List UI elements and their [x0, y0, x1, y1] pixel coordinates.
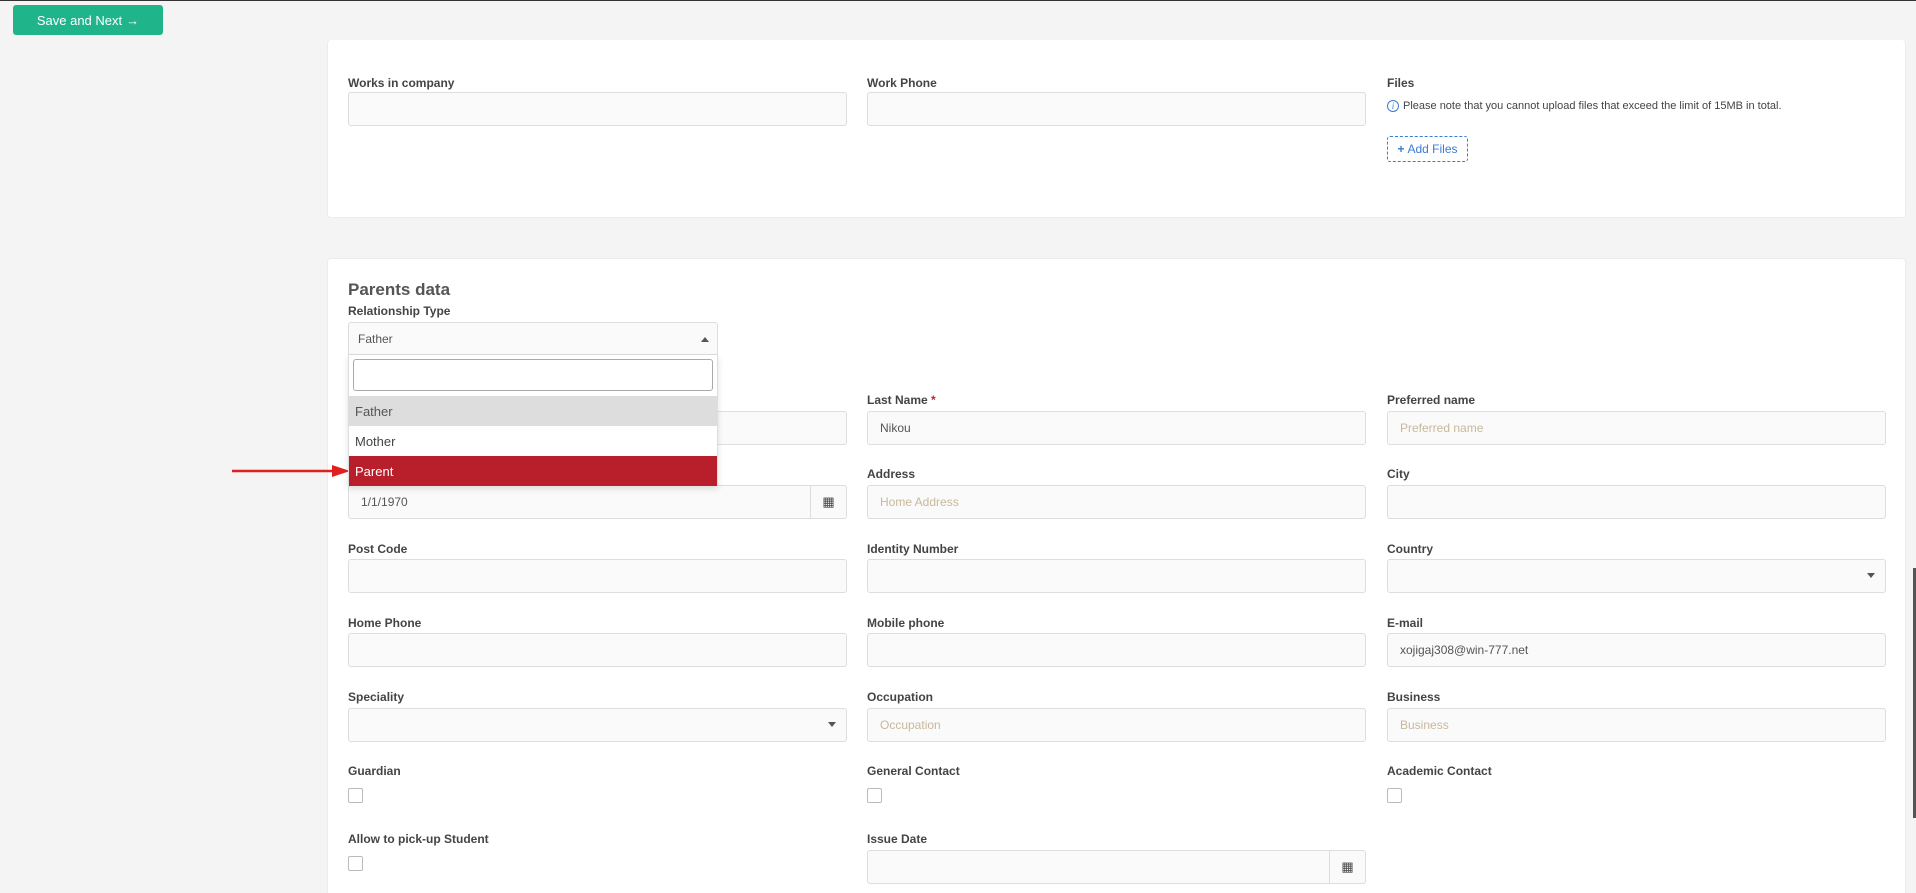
- calendar-icon[interactable]: ▦: [1329, 851, 1365, 883]
- option-parent[interactable]: Parent: [349, 456, 717, 486]
- relationship-type-label: Relationship Type: [348, 304, 451, 318]
- mobile-phone-label: Mobile phone: [867, 616, 945, 630]
- post-code-label: Post Code: [348, 542, 408, 556]
- files-note: i Please note that you cannot upload fil…: [1387, 100, 1782, 112]
- business-input[interactable]: Business: [1387, 708, 1886, 742]
- files-label: Files: [1387, 76, 1415, 90]
- business-label: Business: [1387, 690, 1441, 704]
- issue-date-label: Issue Date: [867, 832, 928, 846]
- add-files-button[interactable]: + Add Files: [1387, 136, 1468, 162]
- save-and-next-button[interactable]: Save and Next →: [13, 5, 163, 35]
- post-code-input[interactable]: [348, 559, 847, 593]
- save-and-next-label: Save and Next: [36, 12, 123, 28]
- works-in-company-label: Works in company: [348, 76, 455, 90]
- address-label: Address: [867, 467, 916, 481]
- address-input[interactable]: Home Address: [867, 485, 1366, 519]
- city-input[interactable]: [1387, 485, 1886, 519]
- works-in-company-input[interactable]: [348, 92, 847, 126]
- occupation-label: Occupation: [867, 690, 934, 704]
- allow-pickup-label: Allow to pick-up Student: [348, 832, 489, 846]
- allow-pickup-checkbox[interactable]: [348, 856, 363, 871]
- files-note-text: Please note that you cannot upload files…: [1403, 100, 1782, 112]
- guardian-checkbox[interactable]: [348, 788, 363, 803]
- last-name-input[interactable]: Nikou: [867, 411, 1366, 445]
- identity-number-label: Identity Number: [867, 542, 959, 556]
- preferred-name-label: Preferred name: [1387, 393, 1476, 407]
- general-contact-checkbox[interactable]: [867, 788, 882, 803]
- info-icon: i: [1387, 100, 1399, 112]
- top-border: [0, 0, 1916, 1]
- option-father[interactable]: Father: [349, 396, 717, 426]
- identity-number-input[interactable]: [867, 559, 1366, 593]
- option-mother[interactable]: Mother: [349, 426, 717, 456]
- email-input[interactable]: xojigaj308@win-777.net: [1387, 633, 1886, 667]
- relationship-dropdown: Father Mother Parent: [348, 355, 718, 486]
- required-marker: *: [931, 393, 936, 407]
- dropdown-search-input[interactable]: [353, 359, 713, 391]
- chevron-up-icon: [701, 337, 709, 342]
- calendar-icon[interactable]: ▦: [810, 486, 846, 518]
- city-label: City: [1387, 467, 1410, 481]
- academic-contact-checkbox[interactable]: [1387, 788, 1402, 803]
- add-files-label: Add Files: [1407, 142, 1458, 156]
- work-phone-input[interactable]: [867, 92, 1366, 126]
- red-arrow-annotation: [232, 465, 350, 477]
- chevron-down-icon: [1867, 573, 1875, 578]
- occupation-input[interactable]: Occupation: [867, 708, 1366, 742]
- speciality-label: Speciality: [348, 690, 405, 704]
- plus-icon: +: [1397, 142, 1405, 156]
- speciality-select[interactable]: [348, 708, 847, 742]
- country-select[interactable]: [1387, 559, 1886, 593]
- academic-contact-label: Academic Contact: [1387, 764, 1492, 778]
- relationship-selected-value: Father: [358, 331, 393, 346]
- issue-date-input[interactable]: ▦: [867, 850, 1366, 884]
- birth-date-value: 1/1/1970: [361, 495, 408, 509]
- mobile-phone-input[interactable]: [867, 633, 1366, 667]
- birth-date-input[interactable]: 1/1/1970 ▦: [348, 485, 847, 519]
- guardian-label: Guardian: [348, 764, 401, 778]
- home-phone-input[interactable]: [348, 633, 847, 667]
- section-title: Parents data: [348, 280, 451, 299]
- chevron-down-icon: [828, 722, 836, 727]
- preferred-name-input[interactable]: Preferred name: [1387, 411, 1886, 445]
- email-label: E-mail: [1387, 616, 1424, 630]
- last-name-label: Last Name *: [867, 393, 936, 407]
- work-phone-label: Work Phone: [867, 76, 937, 90]
- country-label: Country: [1387, 542, 1433, 556]
- relationship-type-select[interactable]: Father: [348, 322, 718, 355]
- arrow-right-icon: →: [126, 12, 140, 28]
- contact-card: [327, 40, 1906, 218]
- home-phone-label: Home Phone: [348, 616, 422, 630]
- general-contact-label: General Contact: [867, 764, 960, 778]
